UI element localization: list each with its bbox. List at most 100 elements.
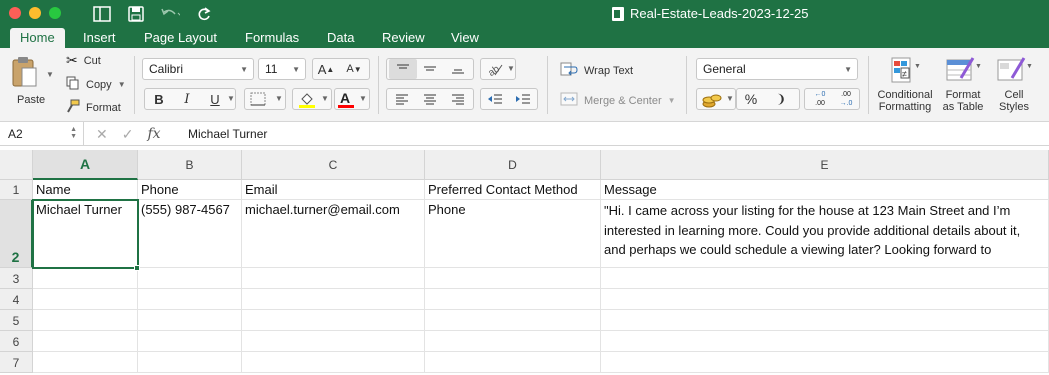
align-left-button[interactable] (391, 89, 413, 109)
cell-c2[interactable]: michael.turner@email.com (242, 200, 425, 268)
cell-c7[interactable] (242, 352, 425, 373)
align-top-button[interactable] (389, 59, 417, 79)
copy-button[interactable]: Copy ▼ (66, 76, 126, 93)
cell-a1[interactable]: Name (33, 180, 138, 200)
tab-view[interactable]: View (451, 28, 479, 48)
tab-formulas[interactable]: Formulas (245, 28, 299, 48)
cancel-formula-icon[interactable]: ✕ (96, 126, 108, 143)
conditional-formatting-button[interactable]: ≠ ▼ Conditional Formatting (876, 56, 934, 113)
orientation-button[interactable]: ab ▼ (480, 58, 516, 80)
copy-dropdown-icon[interactable]: ▼ (118, 80, 126, 89)
redo-icon[interactable] (194, 4, 214, 24)
cell-b1[interactable]: Phone (138, 180, 242, 200)
align-center-button[interactable] (419, 89, 441, 109)
cell-c1[interactable]: Email (242, 180, 425, 200)
cell-c3[interactable] (242, 268, 425, 289)
cell-a6[interactable] (33, 331, 138, 352)
font-name-select[interactable]: Calibri ▼ (142, 58, 254, 80)
underline-button[interactable]: U (204, 89, 226, 109)
percent-style-button[interactable]: % (740, 89, 762, 109)
cell-b2[interactable]: (555) 987-4567 (138, 200, 242, 268)
borders-button[interactable]: ▼ (244, 88, 286, 110)
shrink-font-button[interactable]: A ▼ (343, 59, 365, 79)
cell-d4[interactable] (425, 289, 601, 310)
fill-color-button[interactable]: ▼ (292, 88, 332, 110)
align-bottom-button[interactable] (447, 59, 469, 79)
cell-c5[interactable] (242, 310, 425, 331)
comma-style-button[interactable]: ❩ (770, 89, 792, 109)
cell-d6[interactable] (425, 331, 601, 352)
align-right-button[interactable] (447, 89, 469, 109)
cell-styles-button[interactable]: ▼ Cell Styles (992, 56, 1036, 113)
cell-a5[interactable] (33, 310, 138, 331)
format-as-table-button[interactable]: ▼ Format as Table (938, 56, 988, 113)
cell-a7[interactable] (33, 352, 138, 373)
row-header-3[interactable]: 3 (0, 268, 33, 289)
cell-d7[interactable] (425, 352, 601, 373)
sidebar-toggle-icon[interactable] (92, 4, 112, 24)
accounting-format-button[interactable]: ▼ (696, 88, 736, 110)
cell-b6[interactable] (138, 331, 242, 352)
row-header-2[interactable]: 2 (0, 200, 33, 268)
italic-button[interactable]: I (176, 89, 198, 109)
cell-e1[interactable]: Message (601, 180, 1049, 200)
format-painter-button[interactable]: Format (66, 99, 121, 116)
increase-indent-button[interactable] (512, 89, 534, 109)
cell-e2[interactable]: "Hi. I came across your listing for the … (601, 200, 1049, 268)
font-size-select[interactable]: 11 ▼ (258, 58, 306, 80)
align-middle-button[interactable] (419, 59, 441, 79)
cell-e3[interactable] (601, 268, 1049, 289)
bold-button[interactable]: B (148, 89, 170, 109)
name-box[interactable]: A2 ▲ ▼ (0, 122, 84, 146)
cell-e5[interactable] (601, 310, 1049, 331)
row-header-5[interactable]: 5 (0, 310, 33, 331)
select-all-button[interactable] (0, 150, 33, 180)
cell-a3[interactable] (33, 268, 138, 289)
number-format-select[interactable]: General ▼ (696, 58, 858, 80)
cell-a4[interactable] (33, 289, 138, 310)
cut-button[interactable]: ✂ Cut (66, 52, 101, 69)
tab-review[interactable]: Review (382, 28, 425, 48)
column-header-b[interactable]: B (138, 150, 242, 180)
save-icon[interactable] (126, 4, 146, 24)
column-header-c[interactable]: C (242, 150, 425, 180)
undo-icon[interactable] (160, 4, 180, 24)
cell-e7[interactable] (601, 352, 1049, 373)
cell-d2[interactable]: Phone (425, 200, 601, 268)
decrease-indent-button[interactable] (484, 89, 506, 109)
cell-e4[interactable] (601, 289, 1049, 310)
paste-button[interactable]: ▼ (10, 56, 54, 93)
wrap-text-button[interactable]: Wrap Text (560, 62, 633, 79)
row-header-7[interactable]: 7 (0, 352, 33, 373)
row-header-6[interactable]: 6 (0, 331, 33, 352)
tab-insert[interactable]: Insert (83, 28, 116, 48)
cell-d3[interactable] (425, 268, 601, 289)
row-header-1[interactable]: 1 (0, 180, 33, 200)
tab-page-layout[interactable]: Page Layout (144, 28, 217, 48)
tab-data[interactable]: Data (327, 28, 354, 48)
zoom-window-button[interactable] (49, 7, 61, 19)
increase-decimal-button[interactable]: ←0 .00 (808, 90, 832, 108)
decrease-decimal-button[interactable]: .00 →.0 (834, 90, 858, 108)
cell-b4[interactable] (138, 289, 242, 310)
row-header-4[interactable]: 4 (0, 289, 33, 310)
column-header-d[interactable]: D (425, 150, 601, 180)
enter-formula-icon[interactable]: ✓ (122, 126, 134, 143)
cell-b5[interactable] (138, 310, 242, 331)
cell-e6[interactable] (601, 331, 1049, 352)
cell-b7[interactable] (138, 352, 242, 373)
grow-font-button[interactable]: A ▲ (315, 59, 337, 79)
cell-b3[interactable] (138, 268, 242, 289)
underline-dropdown-icon[interactable]: ▼ (227, 94, 235, 103)
fill-handle[interactable] (134, 265, 140, 271)
minimize-window-button[interactable] (29, 7, 41, 19)
cell-c6[interactable] (242, 331, 425, 352)
tab-home[interactable]: Home (10, 28, 65, 48)
cell-d5[interactable] (425, 310, 601, 331)
cell-d1[interactable]: Preferred Contact Method (425, 180, 601, 200)
column-header-e[interactable]: E (601, 150, 1049, 180)
formula-input[interactable]: Michael Turner (188, 122, 267, 146)
close-window-button[interactable] (9, 7, 21, 19)
merge-center-button[interactable]: Merge & Center ▼ (560, 92, 676, 109)
font-color-button[interactable]: A ▼ (334, 88, 370, 110)
